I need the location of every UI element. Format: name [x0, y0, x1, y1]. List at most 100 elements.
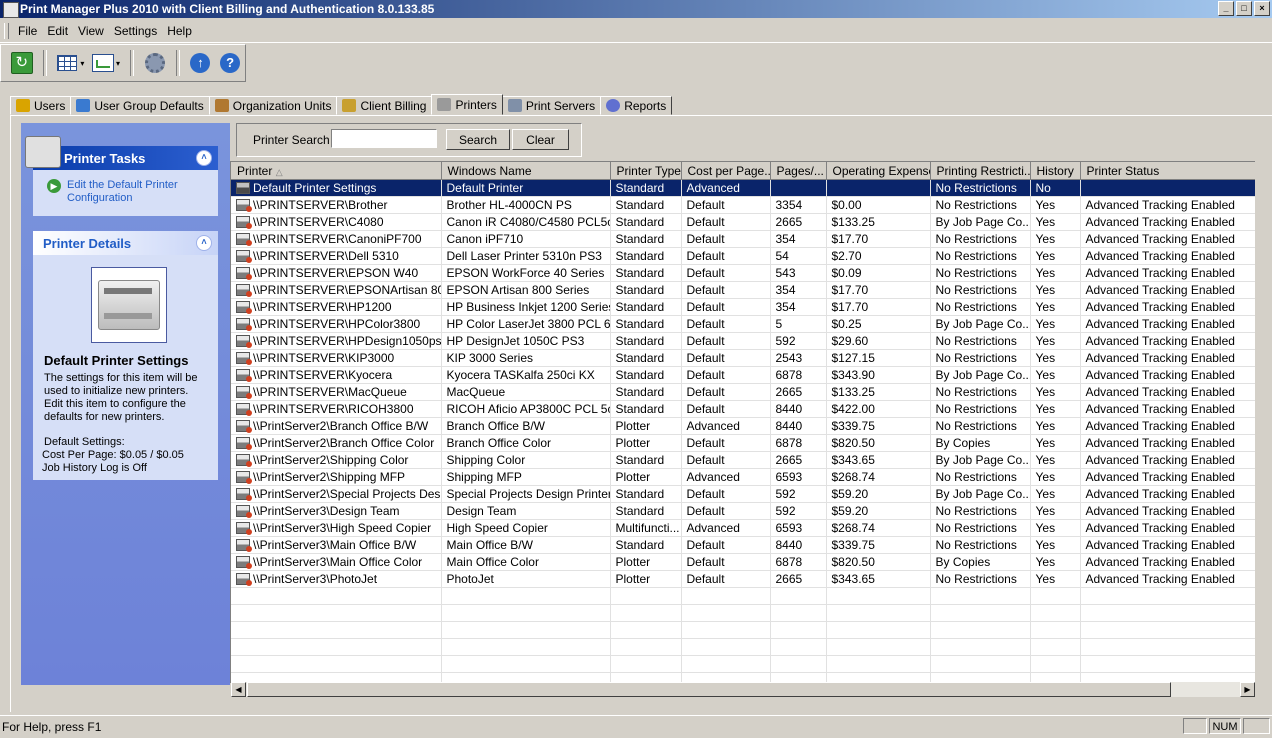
maximize-button[interactable]: □: [1236, 1, 1252, 16]
printer-foot-shape: [104, 313, 152, 319]
table-row[interactable]: \\PrintServer3\Main Office B/W Main Offic…: [231, 536, 1256, 554]
cell-text: No Restrictions: [935, 385, 1017, 399]
table-row[interactable]: \\PRINTSERVER\RICOH3800 RICOH Aficio AP38…: [231, 400, 1256, 418]
minimize-button[interactable]: _: [1218, 1, 1234, 16]
column-header[interactable]: Printer Type: [610, 162, 682, 180]
printer-icon: [236, 318, 252, 331]
column-header[interactable]: Printing Restricti...: [930, 162, 1031, 180]
cell-text: Dell Laser Printer 5310n PS3: [446, 249, 602, 263]
scroll-thumb[interactable]: [247, 682, 1171, 697]
table-row[interactable]: Default Printer Settings Default Printer S…: [231, 179, 1256, 197]
clear-button[interactable]: Clear: [512, 129, 569, 150]
printer-icon: [236, 505, 252, 518]
table-row[interactable]: \\PrintServer3\Main Office Color Main Off…: [231, 553, 1256, 571]
menu-edit[interactable]: Edit: [42, 22, 73, 40]
cell-text: Advanced Tracking Enabled: [1085, 283, 1235, 297]
cell-text: 592: [775, 487, 796, 501]
column-header[interactable]: Operating Expense: [826, 162, 931, 180]
upload-icon: ↑: [190, 53, 211, 73]
close-button[interactable]: ×: [1254, 1, 1270, 16]
tab-user-group-defaults[interactable]: User Group Defaults: [70, 96, 210, 115]
help-icon: ?: [220, 53, 241, 73]
printer-image: [91, 267, 167, 343]
cell-type: Standard: [610, 400, 682, 418]
table-row[interactable]: \\PrintServer3\Design Team Design Team Sta…: [231, 502, 1256, 520]
table-row[interactable]: \\PRINTSERVER\KIP3000 KIP 3000 Series Stan…: [231, 349, 1256, 367]
cell-text: HP Color LaserJet 3800 PCL 6: [446, 317, 610, 331]
table-row[interactable]: \\PRINTSERVER\EPSON W40 EPSON WorkForce 4…: [231, 264, 1256, 282]
menu-settings[interactable]: Settings: [109, 22, 162, 40]
cell-text: \\PrintServer3\Design Team: [253, 504, 400, 518]
table-row[interactable]: \\PRINTSERVER\HPDesign1050ps HP DesignJet…: [231, 332, 1256, 350]
column-header[interactable]: Windows Name: [441, 162, 611, 180]
printer-search-input[interactable]: [331, 129, 437, 148]
report-view-button[interactable]: [91, 51, 115, 75]
table-row[interactable]: \\PrintServer3\High Speed Copier High Spe…: [231, 519, 1256, 537]
table-row[interactable]: \\PRINTSERVER\MacQueue MacQueue Standard De…: [231, 383, 1256, 401]
menu-help[interactable]: Help: [162, 22, 197, 40]
cell-text: No Restrictions: [935, 232, 1017, 246]
column-header[interactable]: Cost per Page...: [681, 162, 771, 180]
tab-client-billing[interactable]: Client Billing: [336, 96, 433, 115]
cell-status: Advanced Tracking Enabled: [1080, 570, 1256, 588]
grid-view-dropdown-icon[interactable]: ▾: [80, 59, 84, 68]
table-row[interactable]: \\PrintServer2\Branch Office Color Branch…: [231, 434, 1256, 452]
search-button[interactable]: Search: [446, 129, 510, 150]
tab-label: Reports: [624, 98, 667, 113]
table-row[interactable]: \\PRINTSERVER\HP1200 HP Business Inkjet 1…: [231, 298, 1256, 316]
printer-tasks-header[interactable]: Printer Tasks ˄: [25, 136, 218, 170]
app-printer-icon: [3, 2, 19, 18]
tab-reports[interactable]: Reports: [600, 96, 673, 115]
table-row[interactable]: \\PRINTSERVER\CanoniPF700 Canon iPF710 Sta…: [231, 230, 1256, 248]
table-row[interactable]: \\PRINTSERVER\Brother Brother HL-4000CN P…: [231, 196, 1256, 214]
cell-text: Yes: [1035, 419, 1056, 433]
cell-text: 6878: [775, 555, 803, 569]
table-row[interactable]: \\PRINTSERVER\C4080 Canon iR C4080/C4580 …: [231, 213, 1256, 231]
horizontal-scrollbar[interactable]: ◀ ▶: [231, 682, 1255, 697]
cell-text: Advanced Tracking Enabled: [1085, 198, 1235, 212]
table-row[interactable]: \\PRINTSERVER\Kyocera Kyocera TASKalfa 25…: [231, 366, 1256, 384]
column-header[interactable]: Pages/...: [770, 162, 827, 180]
scroll-right-icon[interactable]: ▶: [1240, 682, 1255, 697]
cell-status: Advanced Tracking Enabled: [1080, 417, 1256, 435]
cell-expense: $133.25: [826, 213, 931, 231]
printer-details-header[interactable]: Printer Details ˄: [33, 231, 218, 255]
menu-view[interactable]: View: [73, 22, 109, 40]
column-header[interactable]: Printer △: [231, 162, 442, 180]
report-view-dropdown-icon[interactable]: ▾: [116, 59, 120, 68]
printer-icon: [236, 284, 252, 297]
column-header[interactable]: Printer Status: [1080, 162, 1256, 180]
toolbar-separator: [175, 50, 180, 76]
tab-print-servers[interactable]: Print Servers: [501, 96, 602, 115]
column-header-label: Printer: [237, 163, 273, 178]
table-row[interactable]: \\PRINTSERVER\Dell 5310 Dell Laser Printe…: [231, 247, 1256, 265]
table-row[interactable]: \\PrintServer2\Branch Office B/W Branch O…: [231, 417, 1256, 435]
cell-status: Advanced Tracking Enabled: [1080, 502, 1256, 520]
help-button[interactable]: ?: [218, 51, 242, 75]
collapse-chevron-icon[interactable]: ˄: [196, 235, 212, 251]
empty-cell: [231, 604, 442, 622]
refresh-button[interactable]: ↻: [10, 51, 34, 75]
tab-users[interactable]: Users: [10, 96, 72, 115]
table-row[interactable]: \\PrintServer2\Special Projects Desig...…: [231, 485, 1256, 503]
printer-search-label: Printer Search: [253, 133, 330, 147]
menu-grip: [4, 23, 9, 39]
cell-text: Default: [686, 538, 725, 552]
table-row[interactable]: \\PrintServer3\PhotoJet PhotoJet Plotter De…: [231, 570, 1256, 588]
tab-printers[interactable]: Printers: [431, 94, 503, 115]
table-row[interactable]: \\PRINTSERVER\EPSONArtisan 800 EPSON Arti…: [231, 281, 1256, 299]
table-row[interactable]: \\PrintServer2\Shipping MFP Shipping MFP P…: [231, 468, 1256, 486]
column-header[interactable]: History: [1030, 162, 1081, 180]
table-row[interactable]: \\PrintServer2\Shipping Color Shipping Co…: [231, 451, 1256, 469]
upload-button[interactable]: ↑: [189, 51, 213, 75]
printer-status-icon: [246, 376, 252, 382]
edit-default-printer-link[interactable]: ▶ Edit the Default Printer Configuration: [33, 170, 218, 213]
tab-organization-units[interactable]: Organization Units: [208, 96, 338, 115]
grid-view-button[interactable]: [56, 51, 80, 75]
menu-file[interactable]: File: [13, 22, 42, 40]
settings-button[interactable]: [143, 51, 167, 75]
collapse-chevron-icon[interactable]: ˄: [196, 150, 212, 166]
table-row[interactable]: \\PRINTSERVER\HPColor3800 HP Color LaserJ…: [231, 315, 1256, 333]
scroll-left-icon[interactable]: ◀: [231, 682, 246, 697]
cell-text: 5: [775, 317, 783, 331]
